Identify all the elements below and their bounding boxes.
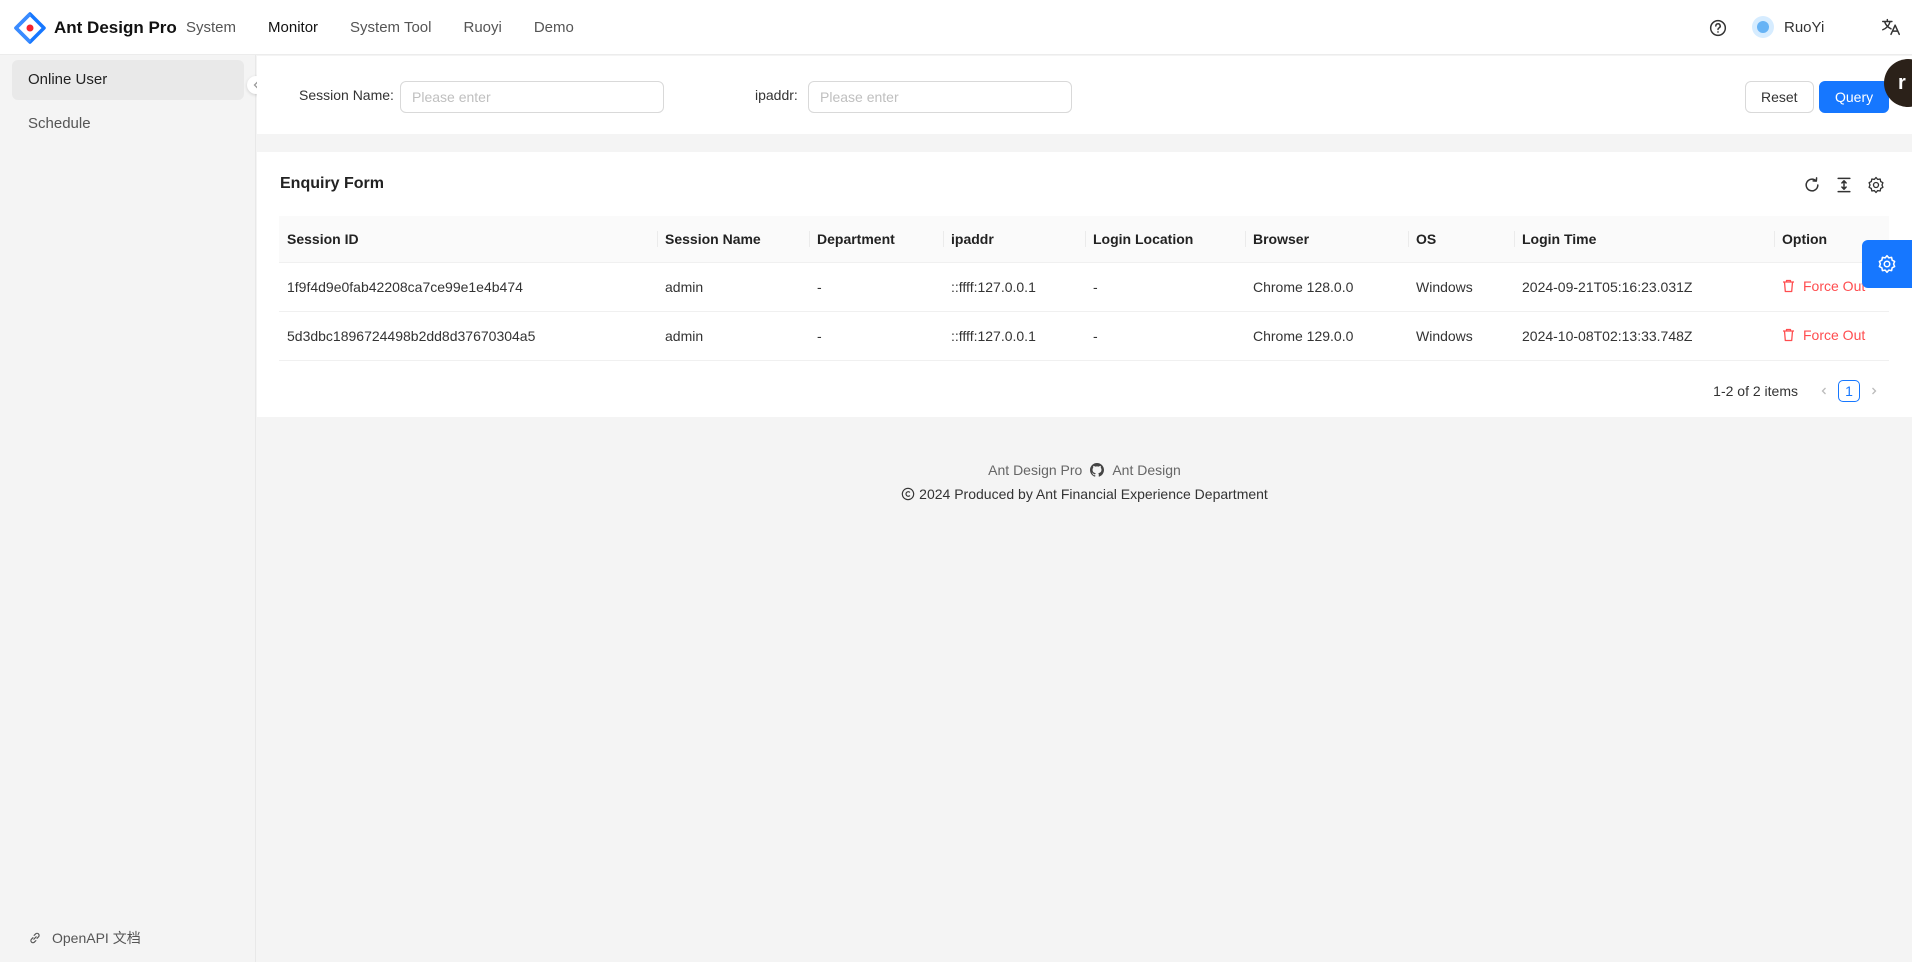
next-page-button[interactable]: [1862, 383, 1886, 399]
prev-page-button[interactable]: [1812, 383, 1836, 399]
question-circle-icon[interactable]: [1707, 17, 1729, 39]
query-button[interactable]: Query: [1819, 81, 1890, 113]
user-menu[interactable]: RuoYi: [1752, 16, 1824, 38]
session-name-input[interactable]: [400, 81, 664, 113]
cell-session-name: admin: [657, 262, 809, 312]
pagination: 1-2 of 2 items 1: [1713, 380, 1886, 402]
cell-ipaddr: ::ffff:127.0.0.1: [943, 262, 1085, 312]
cell-os: Windows: [1408, 262, 1514, 312]
column-header-login-location[interactable]: Login Location: [1085, 216, 1245, 263]
chevron-left-icon: [1821, 387, 1826, 395]
ant-logo-icon: [14, 12, 46, 44]
github-icon[interactable]: [1090, 463, 1105, 477]
table-row: 1f9f4d9e0fab42208ca7ce99e1e4b474 admin -…: [279, 262, 1889, 312]
force-out-button[interactable]: Force Out: [1782, 278, 1865, 294]
column-header-browser[interactable]: Browser: [1245, 216, 1408, 263]
settings-drawer-button[interactable]: [1862, 240, 1912, 288]
cell-login-time: 2024-10-08T02:13:33.748Z: [1514, 311, 1774, 361]
cell-session-id: 1f9f4d9e0fab42208ca7ce99e1e4b474: [279, 262, 657, 312]
footer-link-ant-design-pro[interactable]: Ant Design Pro: [988, 462, 1082, 478]
cell-browser: Chrome 129.0.0: [1245, 311, 1408, 361]
cell-option: Force Out: [1774, 311, 1889, 361]
sidebar-item-online-user[interactable]: Online User: [12, 60, 244, 100]
footer-copyright: 2024 Produced by Ant Financial Experienc…: [919, 486, 1268, 502]
link-icon: [30, 932, 40, 944]
table-card: Enquiry Form Session ID Session Name Dep…: [257, 152, 1912, 417]
table-row: 5d3dbc1896724498b2dd8d37670304a5 admin -…: [279, 311, 1889, 361]
nav-item-demo[interactable]: Demo: [518, 0, 590, 55]
sidebar: Online User Schedule OpenAPI 文档: [0, 55, 256, 962]
chevron-right-icon: [1872, 387, 1877, 395]
column-header-session-name[interactable]: Session Name: [657, 216, 809, 263]
column-header-session-id[interactable]: Session ID: [279, 216, 657, 263]
cell-login-location: -: [1085, 262, 1245, 312]
column-header-login-time[interactable]: Login Time: [1514, 216, 1774, 263]
page-footer: Ant Design Pro Ant Design 2024 Produced …: [257, 462, 1912, 502]
setting-icon: [1878, 254, 1896, 274]
delete-icon: [1783, 279, 1794, 293]
top-nav: System Monitor System Tool Ruoyi Demo: [170, 0, 590, 55]
openapi-link[interactable]: OpenAPI 文档: [28, 928, 141, 948]
column-header-os[interactable]: OS: [1408, 216, 1514, 263]
nav-item-ruoyi[interactable]: Ruoyi: [447, 0, 517, 55]
delete-icon: [1783, 328, 1794, 342]
force-out-button[interactable]: Force Out: [1782, 327, 1865, 343]
avatar: [1752, 16, 1774, 38]
sidebar-item-schedule[interactable]: Schedule: [12, 104, 244, 144]
footer-link-ant-design[interactable]: Ant Design: [1112, 462, 1180, 478]
nav-item-system-tool[interactable]: System Tool: [334, 0, 447, 55]
openapi-label: OpenAPI 文档: [52, 930, 141, 946]
cell-login-time: 2024-09-21T05:16:23.031Z: [1514, 262, 1774, 312]
top-header: Ant Design Pro System Monitor System Too…: [0, 0, 1912, 55]
user-name: RuoYi: [1784, 18, 1825, 36]
app-title: Ant Design Pro: [54, 18, 177, 37]
cell-department: -: [809, 311, 943, 361]
setting-icon[interactable]: [1866, 175, 1886, 195]
table-header-row: Session ID Session Name Department ipadd…: [279, 216, 1889, 263]
cell-login-location: -: [1085, 311, 1245, 361]
cell-ipaddr: ::ffff:127.0.0.1: [943, 311, 1085, 361]
nav-item-monitor[interactable]: Monitor: [252, 0, 334, 55]
force-out-label: Force Out: [1803, 327, 1866, 343]
nav-item-system[interactable]: System: [170, 0, 252, 55]
app-logo[interactable]: Ant Design Pro: [14, 12, 177, 44]
reset-button[interactable]: Reset: [1745, 81, 1814, 113]
online-user-table: Session ID Session Name Department ipadd…: [279, 216, 1889, 361]
page-item-1[interactable]: 1: [1838, 380, 1860, 402]
reload-icon[interactable]: [1802, 175, 1822, 195]
search-form: Session Name: ipaddr: Reset Query: [257, 56, 1912, 134]
cell-session-id: 5d3dbc1896724498b2dd8d37670304a5: [279, 311, 657, 361]
cell-session-name: admin: [657, 311, 809, 361]
cell-browser: Chrome 128.0.0: [1245, 262, 1408, 312]
cell-os: Windows: [1408, 311, 1514, 361]
session-name-label: Session Name:: [299, 87, 394, 103]
pagination-summary: 1-2 of 2 items: [1713, 383, 1798, 399]
ipaddr-input[interactable]: [808, 81, 1072, 113]
ipaddr-label: ipaddr:: [755, 87, 798, 103]
translation-icon[interactable]: [1880, 16, 1902, 38]
copyright-icon: [901, 487, 915, 501]
column-header-department[interactable]: Department: [809, 216, 943, 263]
cell-department: -: [809, 262, 943, 312]
column-height-icon[interactable]: [1834, 175, 1854, 195]
force-out-label: Force Out: [1803, 278, 1866, 294]
column-header-ipaddr[interactable]: ipaddr: [943, 216, 1085, 263]
table-title: Enquiry Form: [280, 175, 385, 192]
